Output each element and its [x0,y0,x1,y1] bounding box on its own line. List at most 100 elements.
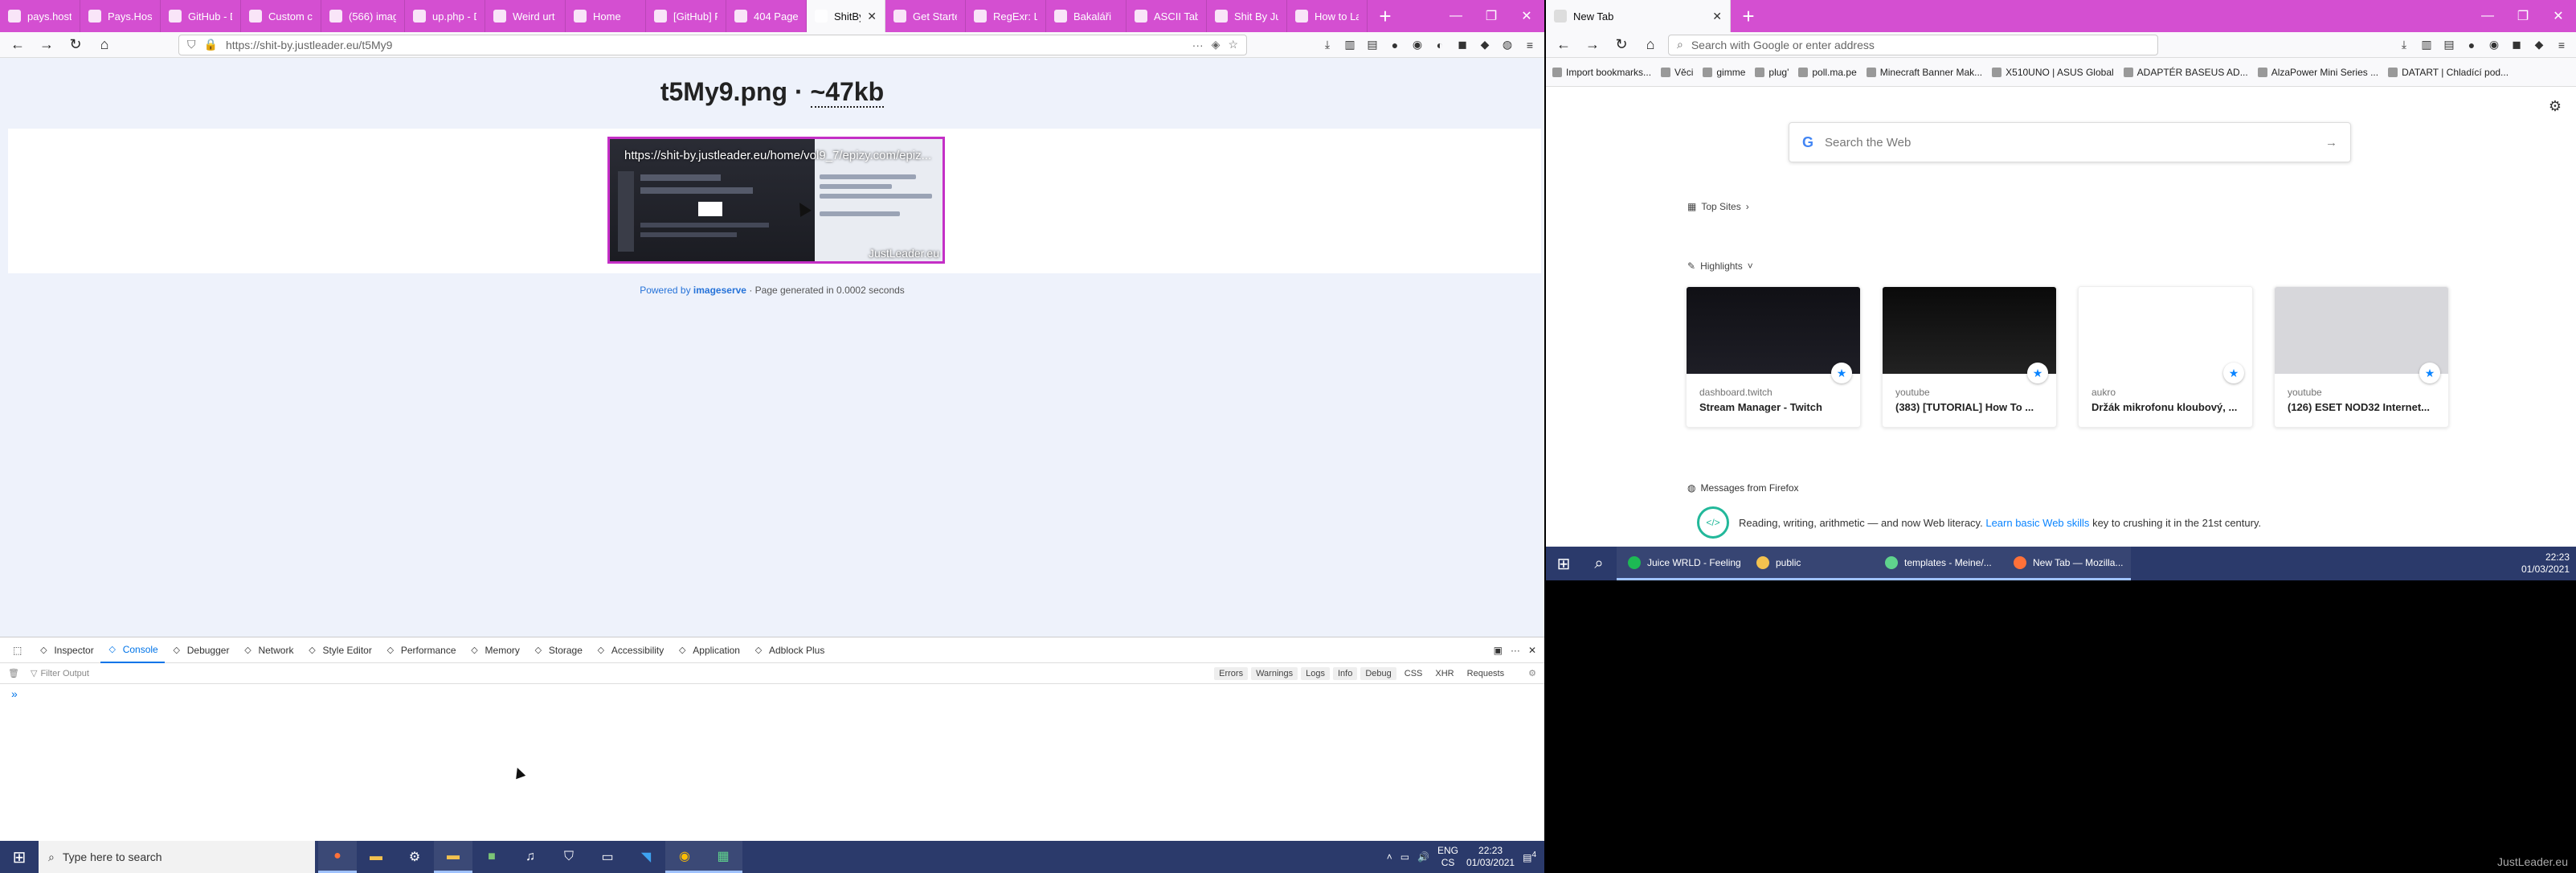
devtools-tab-console[interactable]: ◇ Console [100,637,165,663]
forward-icon[interactable]: → [35,34,58,56]
app-icon[interactable]: ▦ [704,841,742,873]
tab[interactable]: Custom c [241,0,321,32]
windows-start-icon[interactable]: ⊞ [1546,547,1581,580]
extension-icon[interactable]: ◼ [1454,37,1470,53]
vscode-icon[interactable]: ◥ [627,841,665,873]
log-filter-errors[interactable]: Errors [1214,666,1249,680]
tab[interactable]: Weird urt [485,0,566,32]
image-preview[interactable]: https://shit-by.justleader.eu/home/vol9_… [607,137,945,264]
devtools-tab-network[interactable]: ◇ Network [235,637,300,663]
taskbar-window-button[interactable]: templates - Meine/... [1874,547,2002,580]
music-icon[interactable]: ♫ [511,841,550,873]
back-icon[interactable]: ← [6,34,29,56]
extension-icon[interactable]: ◍ [1499,37,1515,53]
highlights-header[interactable]: ✎ Highlights ˅ [1687,260,1753,272]
reload-icon[interactable]: ↻ [1610,34,1633,56]
extension-icon[interactable]: ◉ [1409,37,1425,53]
home-icon[interactable]: ⌂ [1639,34,1662,56]
bookmark-item[interactable]: X510UNO | ASUS Global [1992,67,2114,78]
bookmark-star-icon[interactable]: ★ [2223,363,2244,383]
trash-icon[interactable]: 🗑 [8,668,19,678]
menu-icon[interactable]: ≡ [2554,37,2570,53]
tab[interactable]: Get Starte [885,0,966,32]
shield-app-icon[interactable]: ⛉ [550,841,588,873]
devtools-tab-debugger[interactable]: ◇ Debugger [165,637,236,663]
devtools-tab-application[interactable]: ◇ Application [670,637,746,663]
bookmark-star-icon[interactable]: ★ [2027,363,2048,383]
net-filter-css[interactable]: CSS [1400,667,1428,680]
network-icon[interactable]: ▭ [1400,851,1409,863]
chrome-icon[interactable]: ◉ [665,841,704,873]
volume-icon[interactable]: 🔊 [1417,851,1429,863]
library-icon[interactable]: ▥ [1342,37,1358,53]
tab[interactable]: New Tab ✕ [1546,0,1731,32]
extension-icon[interactable]: ◆ [2531,37,2547,53]
bookmark-star-icon[interactable]: ☆ [1228,38,1238,51]
console-prompt[interactable]: » [0,684,1544,703]
more-icon[interactable]: ··· [1511,645,1520,656]
windows-start-icon[interactable]: ⊞ [0,841,39,873]
tab[interactable]: pays.host [0,0,80,32]
extension-icon[interactable]: ◐ [1432,37,1448,53]
tab[interactable]: [GitHub] P [646,0,726,32]
tab[interactable]: 404 Page N [726,0,807,32]
settings-icon[interactable]: ⚙ [395,841,434,873]
web-search-box[interactable]: G Search the Web → [1789,122,2351,162]
file-explorer-window-icon[interactable]: ▬ [434,841,472,873]
clock[interactable]: 22:23 01/03/2021 [1466,845,1515,869]
back-icon[interactable]: ← [1552,34,1575,56]
home-icon[interactable]: ⌂ [93,34,116,56]
restore-icon[interactable]: ❐ [2505,0,2541,32]
chevron-up-icon[interactable]: ˄ [1387,851,1392,863]
top-sites-header[interactable]: ▦ Top Sites › [1687,201,1749,212]
devtools-tab-style-editor[interactable]: ◇ Style Editor [300,637,378,663]
account-icon[interactable]: ● [2464,37,2480,53]
library-icon[interactable]: ▥ [2419,37,2435,53]
bookmark-item[interactable]: gimme [1703,67,1745,78]
taskbar-window-button[interactable]: public [1745,547,1874,580]
extension-icon[interactable]: ◆ [1477,37,1493,53]
devtools-tab-adblock-plus[interactable]: ◇ Adblock Plus [746,637,831,663]
devtools-tab-memory[interactable]: ◇ Memory [463,637,526,663]
url-bar[interactable]: ⌕ Search with Google or enter address [1668,34,2158,55]
language-indicator[interactable]: ENG CS [1437,845,1458,869]
bookmark-item[interactable]: plug' [1755,67,1789,78]
log-filter-warnings[interactable]: Warnings [1251,666,1298,680]
pocket-icon[interactable]: ◈ [1212,38,1221,51]
tab[interactable]: up.php - D [405,0,485,32]
devtools-tab-accessibility[interactable]: ◇ Accessibility [589,637,670,663]
firefox-icon[interactable]: ● [318,841,357,873]
shield-icon[interactable]: ⛉ [187,38,196,51]
sidebar-icon[interactable]: ▤ [2441,37,2457,53]
app-icon[interactable]: ■ [472,841,511,873]
tab[interactable]: ShitByJustL ✕ [807,0,885,32]
bookmark-star-icon[interactable]: ★ [1831,363,1852,383]
account-icon[interactable]: ● [1387,37,1403,53]
notification-icon[interactable]: ▤4 [1523,850,1536,863]
bookmark-item[interactable]: AlzaPower Mini Series ... [2257,67,2378,78]
tab[interactable]: Shit By JustL [1207,0,1287,32]
close-icon[interactable]: ✕ [1509,0,1544,32]
minimize-icon[interactable]: — [1438,0,1474,32]
lock-icon[interactable]: 🔒 [204,38,218,51]
app-icon[interactable]: ▭ [588,841,627,873]
bookmark-item[interactable]: ADAPTÉR BASEUS AD... [2123,67,2248,78]
learn-web-skills-link[interactable]: Learn basic Web skills [1985,517,2089,529]
tab[interactable]: GitHub - D [161,0,241,32]
reload-icon[interactable]: ↻ [64,34,87,56]
bookmark-item[interactable]: poll.ma.pe [1798,67,1857,78]
log-filter-debug[interactable]: Debug [1360,666,1396,680]
taskbar-window-button[interactable]: Juice WRLD - Feeling [1617,547,1745,580]
tab[interactable]: RegExr: Le [966,0,1046,32]
close-icon[interactable]: ✕ [2541,0,2576,32]
tab[interactable]: Bakaláři [1046,0,1126,32]
net-filter-xhr[interactable]: XHR [1430,667,1458,680]
filter-output-input[interactable]: Filter Output [40,669,89,678]
tab[interactable]: How to La [1287,0,1368,32]
devtools-tab-storage[interactable]: ◇ Storage [526,637,589,663]
highlight-card[interactable]: ★ aukro Držák mikrofonu kloubový, ... [2078,286,2253,428]
tab[interactable]: Pays.Host ime [80,0,161,32]
page-actions-icon[interactable]: ··· [1192,39,1204,51]
search-icon[interactable]: ⌕ [1581,547,1617,580]
download-icon[interactable]: ⤓ [1319,37,1335,53]
